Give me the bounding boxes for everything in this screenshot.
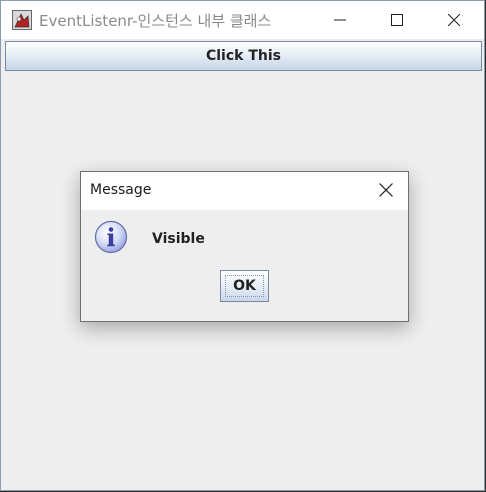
window-title: EventListenr-인스턴스 내부 클래스 xyxy=(39,12,272,30)
minimize-button[interactable] xyxy=(317,1,363,39)
dialog-close-button[interactable] xyxy=(364,172,408,210)
info-icon xyxy=(94,220,128,254)
dialog-titlebar[interactable]: Message xyxy=(81,172,408,210)
click-this-button[interactable]: Click This xyxy=(5,41,482,71)
dialog-message: Visible xyxy=(152,231,205,247)
app-window: EventListenr-인스턴스 내부 클래스 Click This Mess… xyxy=(0,0,485,491)
close-icon xyxy=(379,183,393,197)
close-icon xyxy=(448,14,460,26)
minimize-icon xyxy=(334,19,346,21)
dialog-title: Message xyxy=(90,182,152,198)
window-close-button[interactable] xyxy=(431,1,477,39)
message-dialog: Message Visible OK xyxy=(80,171,409,322)
window-titlebar[interactable]: EventListenr-인스턴스 내부 클래스 xyxy=(1,1,484,39)
maximize-button[interactable] xyxy=(374,1,420,39)
java-app-icon xyxy=(12,10,32,30)
ok-button-label: OK xyxy=(233,278,256,294)
ok-button[interactable]: OK xyxy=(220,270,269,302)
maximize-icon xyxy=(391,14,403,26)
